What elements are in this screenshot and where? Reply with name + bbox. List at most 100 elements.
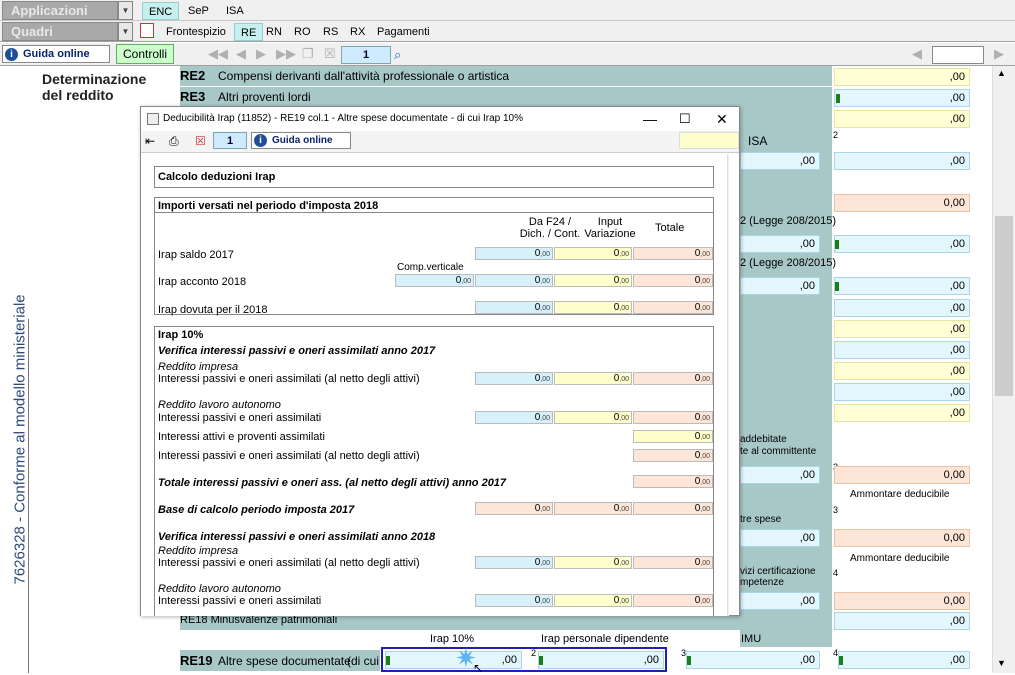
dialog-toolbar: ⇤ ⎙ ☒ 1 i Guida online: [141, 131, 739, 153]
re19-col4-field[interactable]: ,00: [838, 651, 970, 669]
scroll-up-icon[interactable]: ▲: [997, 68, 1006, 78]
field-r2[interactable]: ,00: [834, 320, 970, 338]
tab-enc[interactable]: ENC: [142, 2, 180, 20]
section-title: Determinazione del reddito: [42, 71, 146, 103]
chevron-down-icon[interactable]: ▼: [118, 1, 133, 20]
tot-2017-label: Totale interessi passivi e oneri ass. (a…: [158, 477, 507, 489]
irap-saldo-total: 0,00: [633, 247, 713, 260]
delete-page-icon[interactable]: ☒: [324, 46, 336, 62]
int-pass-2018-f24[interactable]: 0,00: [475, 594, 553, 607]
dialog-total-field[interactable]: [679, 132, 739, 149]
exit-icon[interactable]: ⇤: [145, 134, 155, 148]
int-netto-2017-f24[interactable]: 0,00: [475, 372, 553, 385]
re4-value[interactable]: ,00: [834, 110, 970, 128]
dialog-title: Deducibilità Irap (11852) - RE19 col.1 -…: [163, 113, 523, 124]
pdf-icon[interactable]: [140, 23, 154, 38]
int-netto-2018-input[interactable]: 0,00: [554, 556, 632, 569]
field-r1[interactable]: ,00: [834, 299, 970, 317]
tab-re[interactable]: RE: [234, 23, 264, 41]
legge-field-4[interactable]: ,00: [834, 277, 970, 295]
controlli-button[interactable]: Controlli: [116, 44, 175, 64]
legge-field-2[interactable]: ,00: [834, 235, 970, 253]
copy-page-icon[interactable]: ❐: [302, 46, 314, 62]
int-netto-2017-input[interactable]: 0,00: [554, 372, 632, 385]
tab-pagamenti[interactable]: Pagamenti: [371, 23, 436, 41]
main-scrollbar[interactable]: ▲ ▼: [992, 66, 1015, 673]
delete-icon[interactable]: ☒: [195, 134, 206, 148]
dec-suffix: ,00: [619, 506, 629, 513]
prev-page-icon[interactable]: ◀: [236, 46, 246, 62]
field-r3[interactable]: ,00: [834, 341, 970, 359]
row-label: Altri proventi lordi: [218, 90, 311, 104]
servizi-field[interactable]: ,00: [740, 592, 820, 610]
re3-value[interactable]: ,00: [834, 89, 970, 107]
re19-irap-dip-text: ,00: [643, 654, 659, 666]
re19-irap10-field[interactable]: ,00: [385, 651, 522, 669]
tab-frontespizio[interactable]: Frontespizio: [160, 23, 232, 41]
dialog-scrollbar[interactable]: ▲ ▼: [727, 154, 729, 616]
legge-field-1[interactable]: ,00: [740, 235, 820, 253]
dialog-guide-button[interactable]: i Guida online: [251, 132, 351, 149]
irap-acconto-input[interactable]: 0,00: [554, 274, 632, 287]
int-pass-2018-input[interactable]: 0,00: [554, 594, 632, 607]
guide-online-button[interactable]: i Guida online: [2, 45, 110, 63]
re2-value[interactable]: ,00: [834, 68, 970, 86]
int-netto-2018-total: 0,00: [633, 556, 713, 569]
tab-rn[interactable]: RN: [260, 23, 288, 41]
re19-col3-header: IMU: [741, 633, 762, 645]
scroll-left-icon[interactable]: ◀: [912, 46, 922, 62]
addebitate-field-2[interactable]: 0,00: [834, 466, 970, 484]
addebitate-field[interactable]: ,00: [740, 466, 820, 484]
int-netto-2018-label: Interessi passivi e oneri assimilati (al…: [158, 557, 420, 569]
servizi-field-2[interactable]: 0,00: [834, 592, 970, 610]
dialog-page-field[interactable]: 1: [213, 132, 247, 149]
right-search-field[interactable]: [932, 46, 984, 64]
int-pass-2017-f24[interactable]: 0,00: [475, 411, 553, 424]
irap-acconto-f24[interactable]: 0,00: [475, 274, 553, 287]
tab-rs[interactable]: RS: [317, 23, 344, 41]
search-page-icon[interactable]: ⌕: [394, 47, 401, 63]
int-att-2017-input[interactable]: 0,00: [633, 430, 713, 443]
chevron-down-icon[interactable]: ▼: [118, 22, 133, 41]
irap-saldo-f24[interactable]: 0,00: [475, 247, 553, 260]
re18-value[interactable]: ,00: [834, 612, 970, 630]
page-number-field[interactable]: 1: [341, 46, 391, 64]
scroll-down-icon[interactable]: ▼: [997, 658, 1006, 668]
int-netto-2018-f24[interactable]: 0,00: [475, 556, 553, 569]
tab-rx[interactable]: RX: [344, 23, 371, 41]
tab-isa[interactable]: ISA: [220, 2, 250, 20]
irap-dovuta-f24[interactable]: 0,00: [475, 301, 553, 314]
scroll-right-icon[interactable]: ▶: [994, 46, 1004, 62]
field-r4[interactable]: ,00: [834, 362, 970, 380]
legge-field-3[interactable]: ,00: [740, 277, 820, 295]
first-page-icon[interactable]: ◀◀: [208, 46, 228, 62]
maximize-icon[interactable]: ☐: [679, 107, 691, 131]
print-icon[interactable]: ⎙: [169, 134, 179, 149]
minimize-icon[interactable]: —: [643, 107, 657, 131]
addebitate-line1: addebitate: [740, 434, 787, 445]
re19-imu-field[interactable]: ,00: [686, 651, 820, 669]
spese-field[interactable]: ,00: [740, 529, 820, 547]
irap-saldo-input[interactable]: 0,00: [554, 247, 632, 260]
irap-dovuta-input[interactable]: 0,00: [554, 301, 632, 314]
next-page-icon[interactable]: ▶: [256, 46, 266, 62]
scroll-thumb[interactable]: [995, 216, 1013, 396]
last-page-icon[interactable]: ▶▶: [276, 46, 296, 62]
field-r5[interactable]: ,00: [834, 383, 970, 401]
field-or-1[interactable]: 0,00: [834, 194, 970, 212]
tab-sep[interactable]: SeP: [182, 2, 215, 20]
isa-field-2[interactable]: ,00: [834, 152, 970, 170]
isa-field-1[interactable]: ,00: [740, 152, 820, 170]
close-icon[interactable]: ✕: [716, 107, 728, 131]
quadri-combo[interactable]: Quadri: [2, 22, 118, 41]
re19-irap-dip-field[interactable]: ,00: [538, 651, 664, 669]
re19-col2-header: Irap personale dipendente: [541, 633, 669, 645]
tab-ro[interactable]: RO: [288, 23, 317, 41]
int-pass-2017-input[interactable]: 0,00: [554, 411, 632, 424]
int-netto-label: Interessi passivi e oneri assimilati (al…: [158, 373, 420, 385]
dec-suffix: ,00: [619, 598, 629, 605]
comp-verticale-field[interactable]: 0,00: [395, 274, 474, 287]
applicazioni-combo[interactable]: Applicazioni: [2, 1, 118, 20]
spese-field-2[interactable]: 0,00: [834, 529, 970, 547]
field-r6[interactable]: ,00: [834, 404, 970, 422]
